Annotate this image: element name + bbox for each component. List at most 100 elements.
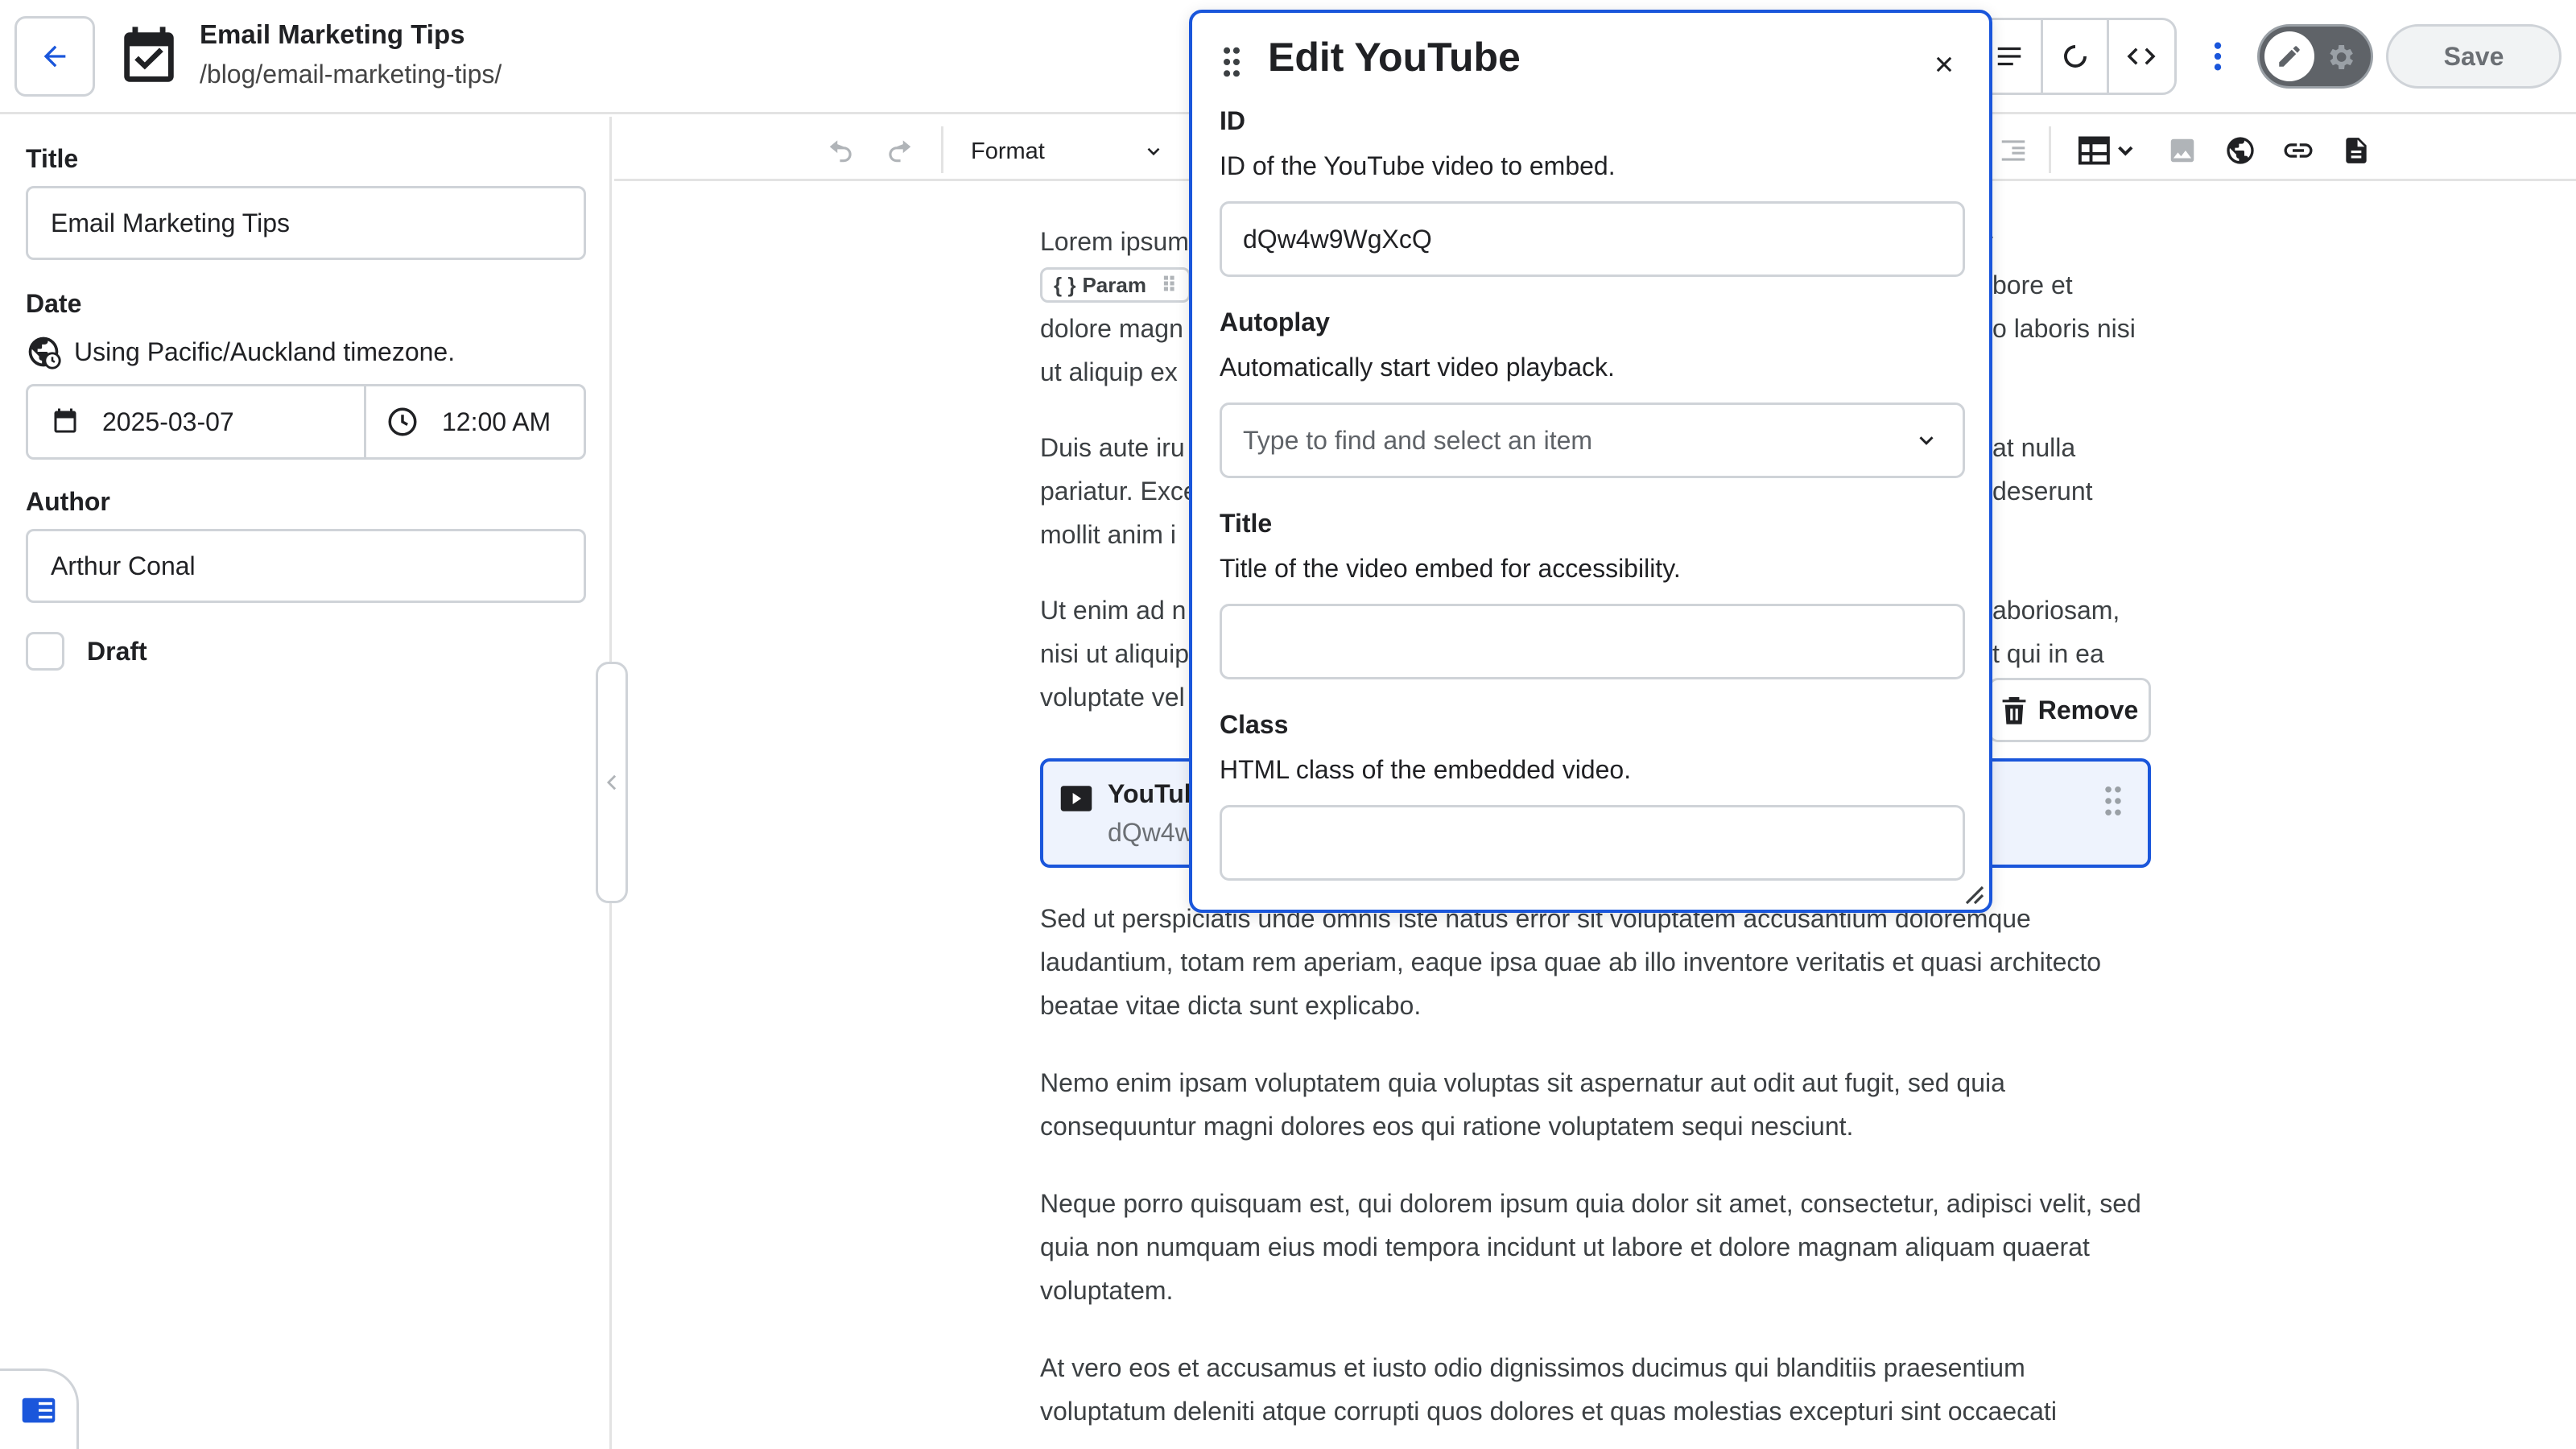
remove-label: Remove	[2037, 695, 2139, 724]
autoplay-placeholder: Type to find and select an item	[1243, 425, 1593, 455]
edit-youtube-dialog: Edit YouTube ID ID of the YouTube video …	[1189, 10, 1992, 913]
sidebar-resize-handle[interactable]	[596, 662, 628, 903]
paragraph: Sed ut perspiciatis unde omnis iste natu…	[1040, 904, 2102, 1020]
outdent-button[interactable]	[1996, 133, 2031, 168]
back-button[interactable]	[14, 16, 95, 97]
braces-icon: { }	[1054, 273, 1076, 297]
drag-handle-icon[interactable]	[2103, 786, 2124, 816]
param-chip-label: Param	[1082, 273, 1146, 297]
youtube-block-id: dQw4w	[1108, 818, 1194, 847]
pencil-icon	[2279, 46, 2300, 67]
view-toolbar	[1975, 18, 2177, 95]
edit-mode-toggle[interactable]	[2257, 24, 2373, 89]
undo-icon	[829, 140, 852, 163]
link-icon	[2284, 143, 2313, 158]
date-input[interactable]: 2025-03-07	[28, 386, 366, 457]
time-value: 12:00 AM	[442, 407, 551, 436]
document-button[interactable]	[2339, 133, 2374, 168]
code-view-button[interactable]	[2109, 20, 2174, 93]
refresh-button[interactable]	[2043, 20, 2109, 93]
globe-button[interactable]	[2223, 133, 2258, 168]
param-chip-wrap: { } Param ⠿	[1040, 267, 1191, 303]
param-chip[interactable]: { } Param ⠿	[1040, 267, 1191, 303]
table-button[interactable]	[2073, 133, 2137, 168]
more-options-button[interactable]	[2190, 24, 2246, 89]
timezone-text: Using Pacific/Auckland timezone.	[74, 336, 456, 366]
mode-knob	[2264, 31, 2314, 81]
trash-icon	[2002, 697, 2026, 724]
paragraph-fragment: nisi ut aliquip	[1040, 639, 1189, 668]
properties-sidebar: Title Email Marketing Tips Date Using Pa…	[0, 117, 612, 1449]
title-input[interactable]: Email Marketing Tips	[26, 186, 586, 260]
play-icon	[1060, 786, 1092, 811]
toggle-sidebar-button[interactable]	[0, 1368, 79, 1449]
draft-checkbox[interactable]	[26, 632, 64, 671]
paragraph-fragment: Ut enim ad n	[1040, 596, 1187, 625]
paragraph: At vero eos et accusamus et iusto odio d…	[1040, 1353, 2057, 1426]
draft-label: Draft	[87, 636, 147, 666]
paragraph-fragment: t qui in ea	[1992, 639, 2104, 668]
paragraph-fragment: mollit anim i	[1040, 520, 1176, 549]
paragraph-fragment: o laboris nisi	[1992, 314, 2136, 343]
class-description: HTML class of the embedded video.	[1220, 755, 1632, 784]
calendar-icon	[54, 408, 76, 433]
document-icon	[2346, 138, 2367, 163]
image-button[interactable]	[2165, 133, 2200, 168]
date-value: 2025-03-07	[102, 407, 234, 436]
gear-icon	[2330, 45, 2353, 69]
code-icon	[2127, 47, 2156, 65]
resize-icon[interactable]	[1962, 882, 1984, 905]
autoplay-select[interactable]: Type to find and select an item	[1220, 402, 1965, 478]
document-path: /blog/email-marketing-tips/	[200, 60, 502, 89]
class-label: Class	[1220, 710, 1289, 739]
sidebar-panel-icon	[22, 1397, 55, 1422]
id-label: ID	[1220, 106, 1245, 135]
class-input[interactable]	[1220, 805, 1965, 881]
paragraph-fragment: pariatur. Exce	[1040, 477, 1198, 506]
title-description: Title of the video embed for accessibili…	[1220, 554, 1681, 583]
paragraph-fragment: bore et	[1992, 270, 2073, 299]
globe-clock-icon	[28, 336, 61, 369]
text-lines-icon	[1997, 47, 2021, 66]
redo-icon	[889, 140, 911, 163]
kebab-icon	[2214, 42, 2222, 71]
redo-button[interactable]	[881, 133, 917, 168]
title-input[interactable]	[1220, 604, 1965, 679]
drag-handle-icon[interactable]	[1221, 47, 1242, 77]
paragraph-fragment: dolore magn	[1040, 314, 1183, 343]
calendar-check-icon	[124, 27, 174, 82]
title-label: Title	[1220, 509, 1273, 538]
timezone-info: Using Pacific/Auckland timezone.	[26, 334, 455, 369]
outdent-icon	[2001, 140, 2025, 161]
link-button[interactable]	[2281, 133, 2316, 168]
undo-button[interactable]	[824, 133, 859, 168]
chevron-left-icon	[606, 774, 617, 791]
date-label: Date	[26, 289, 82, 318]
title-label: Title	[26, 144, 79, 173]
save-button[interactable]: Save	[2386, 24, 2562, 89]
clock-icon	[388, 407, 417, 436]
table-icon	[2078, 136, 2133, 165]
id-input[interactable]: dQw4w9WgXcQ	[1220, 201, 1965, 277]
close-button[interactable]	[1922, 42, 1967, 87]
content-body: Sed ut perspiciatis unde omnis iste natu…	[1040, 897, 2151, 1449]
format-select[interactable]: Format	[971, 131, 1164, 171]
paragraph-fragment: voluptate vel	[1040, 683, 1185, 712]
paragraph-fragment: Lorem ipsum	[1040, 227, 1189, 256]
paragraph-fragment: deserunt	[1992, 477, 2093, 506]
id-description: ID of the YouTube video to embed.	[1220, 151, 1616, 180]
time-input[interactable]: 12:00 AM	[366, 386, 584, 457]
chevron-down-icon	[1147, 147, 1160, 156]
paragraph: Nemo enim ipsam voluptatem quia voluptas…	[1040, 1068, 2005, 1141]
autoplay-description: Automatically start video playback.	[1220, 353, 1615, 382]
refresh-icon	[2063, 45, 2087, 68]
youtube-block-title: YouTub	[1108, 779, 1200, 808]
close-icon	[1936, 56, 1952, 72]
author-input[interactable]: Arthur Conal	[26, 529, 586, 603]
remove-block-button[interactable]: Remove	[1988, 678, 2151, 742]
autoplay-label: Autoplay	[1220, 308, 1330, 336]
paragraph-fragment: ut aliquip ex	[1040, 357, 1178, 386]
dialog-title: Edit YouTube	[1268, 35, 1521, 80]
paragraph: Neque porro quisquam est, qui dolorem ip…	[1040, 1189, 2141, 1305]
draft-field: Draft	[26, 632, 147, 671]
